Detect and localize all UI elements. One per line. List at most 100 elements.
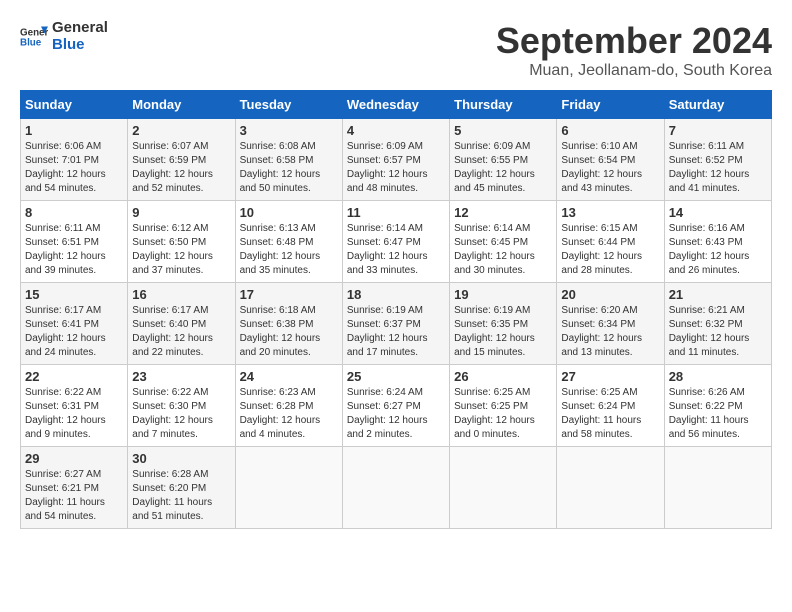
daylight-label: Daylight: 12 hours and 0 minutes. (454, 415, 535, 440)
sunset-label: Sunset: 6:38 PM (240, 319, 314, 330)
sunset-label: Sunset: 6:24 PM (561, 401, 635, 412)
day-info: Sunrise: 6:11 AM Sunset: 6:52 PM Dayligh… (669, 140, 767, 196)
logo-text-blue: Blue (52, 37, 108, 54)
table-row: 20 Sunrise: 6:20 AM Sunset: 6:34 PM Dayl… (557, 283, 664, 365)
daylight-label: Daylight: 12 hours and 41 minutes. (669, 169, 750, 194)
day-info: Sunrise: 6:07 AM Sunset: 6:59 PM Dayligh… (132, 140, 230, 196)
table-row: 1 Sunrise: 6:06 AM Sunset: 7:01 PM Dayli… (21, 119, 128, 201)
sunrise-label: Sunrise: 6:09 AM (454, 141, 530, 152)
logo-text-general: General (52, 20, 108, 37)
header-thursday: Thursday (450, 91, 557, 119)
day-number: 23 (132, 369, 230, 384)
daylight-label: Daylight: 12 hours and 52 minutes. (132, 169, 213, 194)
sunrise-label: Sunrise: 6:23 AM (240, 387, 316, 398)
day-number: 10 (240, 205, 338, 220)
day-number: 26 (454, 369, 552, 384)
day-info: Sunrise: 6:13 AM Sunset: 6:48 PM Dayligh… (240, 222, 338, 278)
sunset-label: Sunset: 6:45 PM (454, 237, 528, 248)
sunrise-label: Sunrise: 6:07 AM (132, 141, 208, 152)
day-info: Sunrise: 6:25 AM Sunset: 6:24 PM Dayligh… (561, 386, 659, 442)
calendar-week-row: 22 Sunrise: 6:22 AM Sunset: 6:31 PM Dayl… (21, 365, 772, 447)
sunrise-label: Sunrise: 6:11 AM (25, 223, 100, 234)
daylight-label: Daylight: 12 hours and 28 minutes. (561, 251, 642, 276)
day-number: 25 (347, 369, 445, 384)
sunset-label: Sunset: 6:59 PM (132, 155, 206, 166)
table-row: 28 Sunrise: 6:26 AM Sunset: 6:22 PM Dayl… (664, 365, 771, 447)
day-number: 12 (454, 205, 552, 220)
header-saturday: Saturday (664, 91, 771, 119)
day-info: Sunrise: 6:24 AM Sunset: 6:27 PM Dayligh… (347, 386, 445, 442)
day-number: 1 (25, 123, 123, 138)
sunrise-label: Sunrise: 6:22 AM (132, 387, 208, 398)
day-info: Sunrise: 6:11 AM Sunset: 6:51 PM Dayligh… (25, 222, 123, 278)
table-row (557, 447, 664, 529)
day-info: Sunrise: 6:09 AM Sunset: 6:57 PM Dayligh… (347, 140, 445, 196)
daylight-label: Daylight: 12 hours and 15 minutes. (454, 333, 535, 358)
sunrise-label: Sunrise: 6:10 AM (561, 141, 637, 152)
day-number: 28 (669, 369, 767, 384)
day-info: Sunrise: 6:15 AM Sunset: 6:44 PM Dayligh… (561, 222, 659, 278)
header-tuesday: Tuesday (235, 91, 342, 119)
table-row: 15 Sunrise: 6:17 AM Sunset: 6:41 PM Dayl… (21, 283, 128, 365)
sunset-label: Sunset: 7:01 PM (25, 155, 99, 166)
daylight-label: Daylight: 12 hours and 37 minutes. (132, 251, 213, 276)
table-row: 11 Sunrise: 6:14 AM Sunset: 6:47 PM Dayl… (342, 201, 449, 283)
daylight-label: Daylight: 12 hours and 35 minutes. (240, 251, 321, 276)
day-number: 20 (561, 287, 659, 302)
table-row: 30 Sunrise: 6:28 AM Sunset: 6:20 PM Dayl… (128, 447, 235, 529)
sunset-label: Sunset: 6:35 PM (454, 319, 528, 330)
daylight-label: Daylight: 12 hours and 33 minutes. (347, 251, 428, 276)
day-number: 27 (561, 369, 659, 384)
sunset-label: Sunset: 6:54 PM (561, 155, 635, 166)
calendar-week-row: 8 Sunrise: 6:11 AM Sunset: 6:51 PM Dayli… (21, 201, 772, 283)
day-info: Sunrise: 6:16 AM Sunset: 6:43 PM Dayligh… (669, 222, 767, 278)
sunrise-label: Sunrise: 6:14 AM (347, 223, 423, 234)
day-number: 11 (347, 205, 445, 220)
daylight-label: Daylight: 12 hours and 45 minutes. (454, 169, 535, 194)
day-number: 14 (669, 205, 767, 220)
table-row (342, 447, 449, 529)
day-number: 29 (25, 451, 123, 466)
day-number: 3 (240, 123, 338, 138)
day-info: Sunrise: 6:17 AM Sunset: 6:41 PM Dayligh… (25, 304, 123, 360)
table-row: 10 Sunrise: 6:13 AM Sunset: 6:48 PM Dayl… (235, 201, 342, 283)
logo-icon: General Blue (20, 23, 48, 51)
sunrise-label: Sunrise: 6:06 AM (25, 141, 101, 152)
sunrise-label: Sunrise: 6:16 AM (669, 223, 745, 234)
sunset-label: Sunset: 6:27 PM (347, 401, 421, 412)
weekday-header-row: Sunday Monday Tuesday Wednesday Thursday… (21, 91, 772, 119)
day-info: Sunrise: 6:21 AM Sunset: 6:32 PM Dayligh… (669, 304, 767, 360)
daylight-label: Daylight: 12 hours and 9 minutes. (25, 415, 106, 440)
table-row: 25 Sunrise: 6:24 AM Sunset: 6:27 PM Dayl… (342, 365, 449, 447)
day-number: 7 (669, 123, 767, 138)
day-number: 30 (132, 451, 230, 466)
calendar-week-row: 29 Sunrise: 6:27 AM Sunset: 6:21 PM Dayl… (21, 447, 772, 529)
sunset-label: Sunset: 6:50 PM (132, 237, 206, 248)
daylight-label: Daylight: 12 hours and 2 minutes. (347, 415, 428, 440)
sunset-label: Sunset: 6:41 PM (25, 319, 99, 330)
sunrise-label: Sunrise: 6:20 AM (561, 305, 637, 316)
daylight-label: Daylight: 12 hours and 39 minutes. (25, 251, 106, 276)
calendar-title: September 2024 (496, 20, 772, 62)
sunset-label: Sunset: 6:44 PM (561, 237, 635, 248)
day-info: Sunrise: 6:27 AM Sunset: 6:21 PM Dayligh… (25, 468, 123, 524)
daylight-label: Daylight: 12 hours and 43 minutes. (561, 169, 642, 194)
sunset-label: Sunset: 6:48 PM (240, 237, 314, 248)
table-row: 8 Sunrise: 6:11 AM Sunset: 6:51 PM Dayli… (21, 201, 128, 283)
sunset-label: Sunset: 6:40 PM (132, 319, 206, 330)
table-row: 4 Sunrise: 6:09 AM Sunset: 6:57 PM Dayli… (342, 119, 449, 201)
daylight-label: Daylight: 12 hours and 22 minutes. (132, 333, 213, 358)
table-row: 7 Sunrise: 6:11 AM Sunset: 6:52 PM Dayli… (664, 119, 771, 201)
sunrise-label: Sunrise: 6:08 AM (240, 141, 316, 152)
day-number: 21 (669, 287, 767, 302)
day-number: 9 (132, 205, 230, 220)
sunset-label: Sunset: 6:22 PM (669, 401, 743, 412)
table-row: 21 Sunrise: 6:21 AM Sunset: 6:32 PM Dayl… (664, 283, 771, 365)
sunrise-label: Sunrise: 6:25 AM (561, 387, 637, 398)
table-row: 27 Sunrise: 6:25 AM Sunset: 6:24 PM Dayl… (557, 365, 664, 447)
day-info: Sunrise: 6:22 AM Sunset: 6:31 PM Dayligh… (25, 386, 123, 442)
sunset-label: Sunset: 6:43 PM (669, 237, 743, 248)
daylight-label: Daylight: 12 hours and 24 minutes. (25, 333, 106, 358)
sunset-label: Sunset: 6:51 PM (25, 237, 99, 248)
sunset-label: Sunset: 6:47 PM (347, 237, 421, 248)
